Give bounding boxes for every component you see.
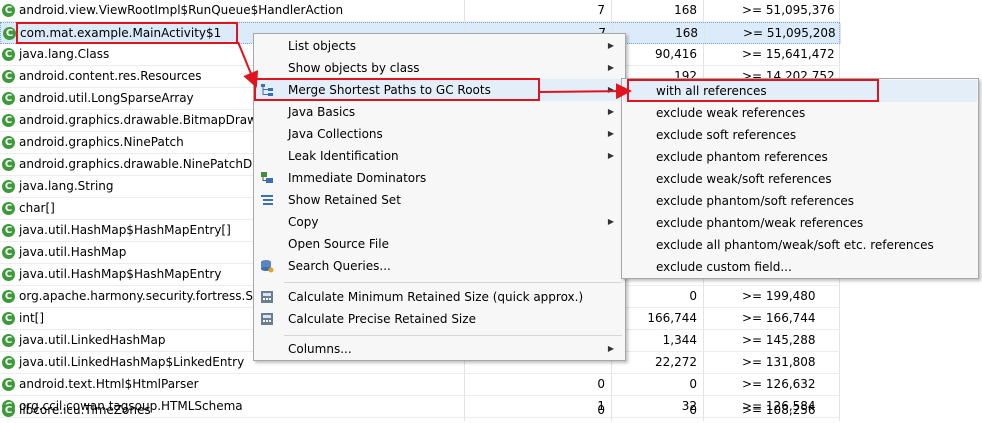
annotation-arrows (237, 41, 632, 100)
arrow-to-with-all-references (539, 83, 632, 100)
arrow-to-merge-paths (237, 41, 259, 88)
